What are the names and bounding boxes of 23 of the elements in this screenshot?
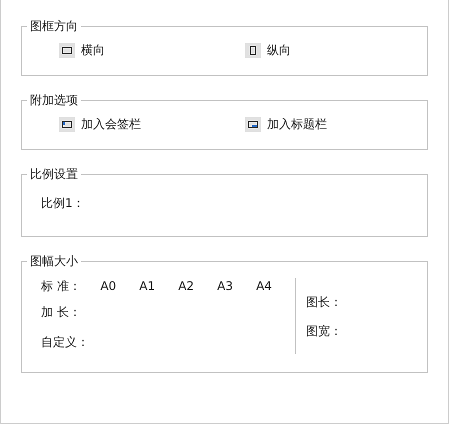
- option-button[interactable]: 加入标题栏: [245, 115, 327, 133]
- field-label: 加 长：: [41, 304, 82, 320]
- size-option[interactable]: A0: [100, 279, 116, 293]
- field-label: 自定义：: [41, 334, 90, 350]
- group-title: 图幅大小: [29, 253, 79, 270]
- field-label: 标 准：: [41, 278, 82, 294]
- size-option[interactable]: A2: [178, 279, 194, 293]
- size-option[interactable]: A3: [217, 279, 233, 293]
- frame-icon: [59, 116, 75, 132]
- scale-label: 比例1：: [41, 196, 85, 210]
- group-title: 图框方向: [29, 18, 79, 35]
- frame-icon: [245, 116, 261, 132]
- size-option[interactable]: A1: [139, 279, 156, 293]
- field-label: 图宽：: [306, 323, 342, 340]
- group-title: 附加选项: [29, 92, 79, 109]
- field-label: 图长：: [306, 294, 342, 311]
- size-option[interactable]: A4: [256, 279, 272, 293]
- option-button[interactable]: 纵向: [245, 41, 291, 59]
- group-title: 比例设置: [29, 166, 79, 183]
- landscape-icon: [59, 42, 75, 58]
- option-button[interactable]: 横向: [59, 41, 105, 59]
- option-button[interactable]: 加入会签栏: [59, 115, 141, 133]
- portrait-icon: [245, 42, 261, 58]
